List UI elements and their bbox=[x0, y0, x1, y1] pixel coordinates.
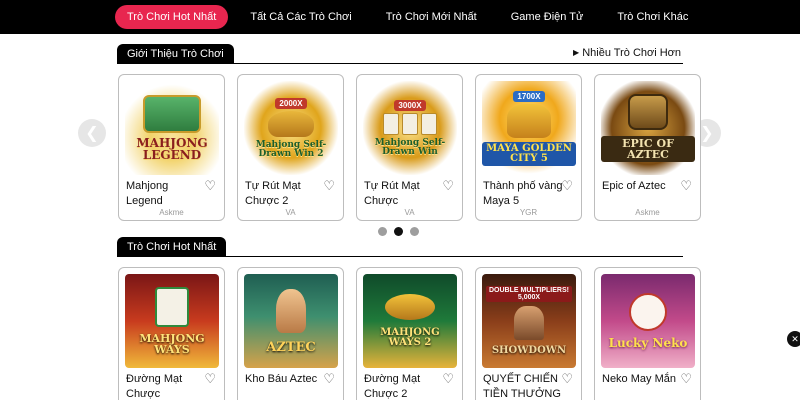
multiplier-badge: DOUBLE MULTIPLIERS! 5,000X bbox=[486, 286, 572, 302]
intro-section-title: Giới Thiệu Trò Chơi bbox=[117, 44, 234, 64]
game-card-mahjong-legend[interactable]: MAHJONG LEGEND Mahjong Legend ♡ Askme bbox=[118, 74, 225, 221]
carousel-pagination bbox=[378, 227, 419, 236]
nav-tab-slot-games[interactable]: Game Điện Tử bbox=[499, 5, 596, 29]
game-card-maya-golden-city-5[interactable]: 1700X MAYA GOLDEN CITY 5 Thành phố vàng … bbox=[475, 74, 582, 221]
heart-outline-icon[interactable]: ♡ bbox=[204, 372, 216, 386]
nav-tab-other-games[interactable]: Trò Chơi Khác bbox=[605, 5, 700, 29]
game-title: Neko May Mắn bbox=[602, 373, 676, 385]
game-title: Epic of Aztec bbox=[602, 180, 666, 192]
game-thumbnail[interactable]: MAHJONG WAYS bbox=[125, 274, 219, 368]
game-card-mahjong-ways-2[interactable]: MAHJONG WAYS 2 Đường Mạt Chược 2 ♡ bbox=[356, 267, 463, 400]
game-thumbnail[interactable]: DOUBLE MULTIPLIERS! 5,000X SHOWDOWN bbox=[482, 274, 576, 368]
pagination-dot[interactable] bbox=[378, 227, 387, 236]
top-nav: Trò Chơi Hot Nhất Tất Cả Các Trò Chơi Tr… bbox=[0, 0, 800, 34]
game-art-text: MAYA GOLDEN CITY 5 bbox=[482, 141, 576, 166]
game-art-text: MAHJONG WAYS bbox=[139, 332, 205, 356]
multiplier-badge: 1700X bbox=[513, 90, 545, 102]
nav-tab-new-games[interactable]: Trò Chơi Mới Nhất bbox=[374, 5, 489, 29]
game-art-text: AZTEC bbox=[266, 339, 316, 355]
heart-outline-icon[interactable]: ♡ bbox=[442, 179, 454, 193]
game-card-showdown[interactable]: DOUBLE MULTIPLIERS! 5,000X SHOWDOWN QUYẾ… bbox=[475, 267, 582, 400]
chevron-right-icon: ❯ bbox=[700, 125, 714, 142]
hot-section-header: Trò Chơi Hot Nhất bbox=[117, 237, 683, 257]
heart-outline-icon[interactable]: ♡ bbox=[680, 372, 692, 386]
pagination-dot[interactable] bbox=[410, 227, 419, 236]
game-thumbnail[interactable]: AZTEC bbox=[244, 274, 338, 368]
multiplier-badge: 2000X bbox=[275, 97, 307, 109]
game-title: QUYẾT CHIẾN TIỀN THƯỞNG bbox=[483, 373, 561, 400]
game-art-text: EPIC OF AZTEC bbox=[601, 136, 695, 162]
multiplier-badge: 3000X bbox=[394, 99, 426, 111]
hot-section-title: Trò Chơi Hot Nhất bbox=[117, 237, 227, 257]
game-title: Tự Rút Mạt Chược 2 bbox=[245, 180, 301, 207]
caret-right-icon: ▶ bbox=[573, 48, 580, 57]
heart-outline-icon[interactable]: ♡ bbox=[442, 372, 454, 386]
more-games-link[interactable]: ▶ Nhiều Trò Chơi Hơn bbox=[573, 47, 681, 59]
game-card-mahjong-ways[interactable]: MAHJONG WAYS Đường Mạt Chược ♡ bbox=[118, 267, 225, 400]
game-card-aztec-treasure[interactable]: AZTEC Kho Báu Aztec ♡ bbox=[237, 267, 344, 400]
game-provider: VA bbox=[404, 208, 415, 217]
game-provider: Askme bbox=[159, 208, 184, 217]
game-thumbnail[interactable]: 1700X MAYA GOLDEN CITY 5 bbox=[482, 81, 576, 175]
carousel-prev-button[interactable]: ❮ bbox=[78, 119, 106, 147]
game-art-text: Lucky Neko bbox=[608, 336, 688, 350]
close-icon[interactable]: ✕ bbox=[787, 331, 800, 347]
nav-tab-all-games[interactable]: Tất Cả Các Trò Chơi bbox=[238, 5, 363, 29]
more-games-label: Nhiều Trò Chơi Hơn bbox=[582, 47, 681, 59]
game-title: Tự Rút Mạt Chược bbox=[364, 180, 420, 207]
game-thumbnail[interactable]: MAHJONG LEGEND bbox=[125, 81, 219, 175]
intro-section-header: Giới Thiệu Trò Chơi ▶ Nhiều Trò Chơi Hơn bbox=[117, 44, 683, 64]
game-provider: Askme bbox=[635, 208, 660, 217]
intro-games-row: MAHJONG LEGEND Mahjong Legend ♡ Askme 20… bbox=[118, 74, 701, 221]
game-art-text: Mahjong Self-Drawn Win bbox=[374, 137, 446, 157]
heart-outline-icon[interactable]: ♡ bbox=[323, 372, 335, 386]
game-title: Đường Mạt Chược 2 bbox=[364, 373, 421, 400]
game-thumbnail[interactable]: 2000X Mahjong Self-Drawn Win 2 bbox=[244, 81, 338, 175]
heart-outline-icon[interactable]: ♡ bbox=[204, 179, 216, 193]
game-card-mahjong-self-drawn[interactable]: 3000X Mahjong Self-Drawn Win Tự Rút Mạt … bbox=[356, 74, 463, 221]
heart-outline-icon[interactable]: ♡ bbox=[561, 179, 573, 193]
game-thumbnail[interactable]: Lucky Neko bbox=[601, 274, 695, 368]
game-provider: VA bbox=[285, 208, 296, 217]
game-title: Kho Báu Aztec bbox=[245, 373, 318, 385]
heart-outline-icon[interactable]: ♡ bbox=[323, 179, 335, 193]
game-title: Mahjong Legend bbox=[126, 180, 169, 207]
game-art-text: SHOWDOWN bbox=[491, 345, 567, 356]
game-thumbnail[interactable]: EPIC OF AZTEC bbox=[601, 81, 695, 175]
game-card-epic-of-aztec[interactable]: EPIC OF AZTEC Epic of Aztec ♡ Askme bbox=[594, 74, 701, 221]
game-thumbnail[interactable]: MAHJONG WAYS 2 bbox=[363, 274, 457, 368]
pagination-dot-active[interactable] bbox=[394, 227, 403, 236]
game-art-text: MAHJONG WAYS 2 bbox=[380, 327, 440, 348]
game-title: Thành phố vàng Maya 5 bbox=[483, 180, 563, 207]
nav-tab-hot-games[interactable]: Trò Chơi Hot Nhất bbox=[115, 5, 229, 29]
game-card-lucky-neko[interactable]: Lucky Neko Neko May Mắn ♡ bbox=[594, 267, 701, 400]
game-title: Đường Mạt Chược bbox=[126, 373, 183, 400]
game-thumbnail[interactable]: 3000X Mahjong Self-Drawn Win bbox=[363, 81, 457, 175]
heart-outline-icon[interactable]: ♡ bbox=[561, 372, 573, 386]
chevron-left-icon: ❮ bbox=[85, 125, 99, 142]
hot-games-row: MAHJONG WAYS Đường Mạt Chược ♡ AZTEC Kho… bbox=[118, 267, 701, 400]
game-card-mahjong-self-drawn-2[interactable]: 2000X Mahjong Self-Drawn Win 2 Tự Rút Mạ… bbox=[237, 74, 344, 221]
game-provider: YGR bbox=[519, 208, 538, 217]
game-art-text: MAHJONG LEGEND bbox=[136, 136, 208, 162]
heart-outline-icon[interactable]: ♡ bbox=[680, 179, 692, 193]
game-art-text: Mahjong Self-Drawn Win 2 bbox=[255, 139, 327, 159]
